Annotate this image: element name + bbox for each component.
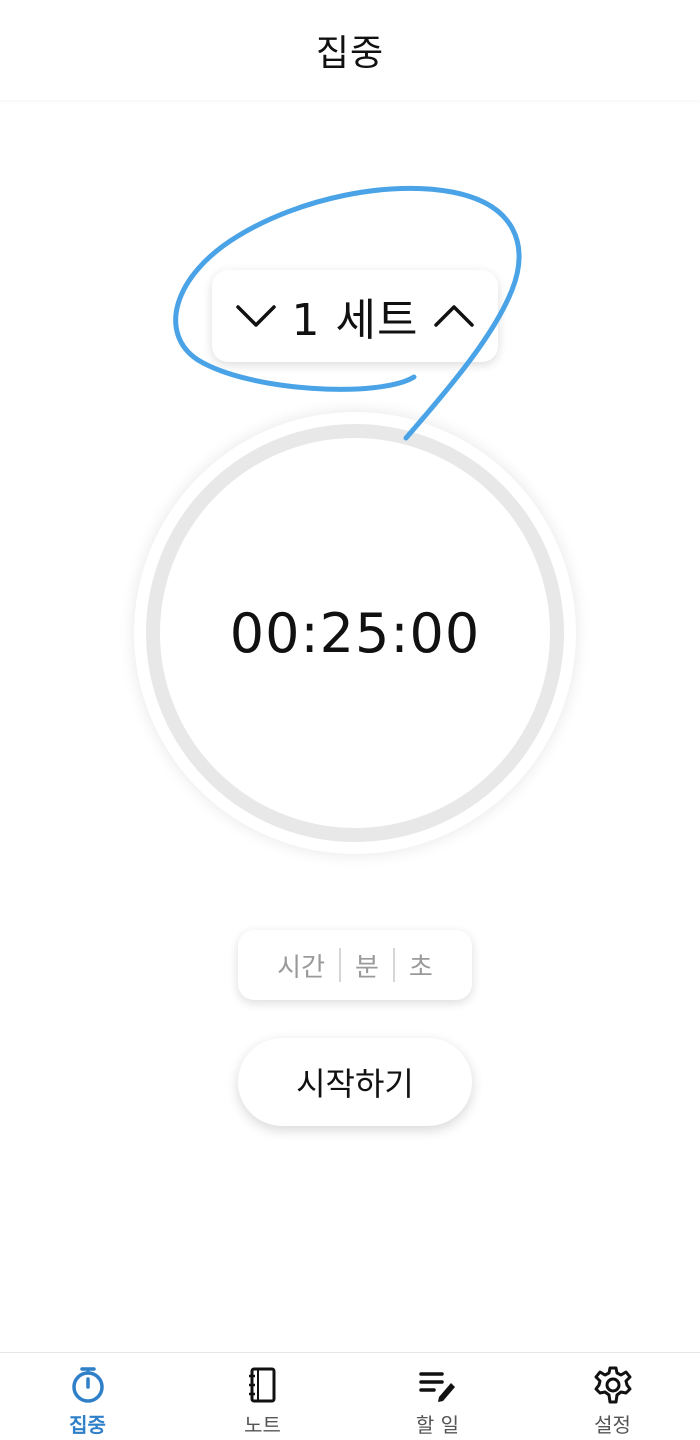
app-screen: 집중 00:25:00 1 세트 시간 분 초 시작하기 집중 노트 할 일 설… (0, 0, 700, 1440)
header: 집중 (0, 0, 700, 100)
start-button[interactable]: 시작하기 (238, 1038, 472, 1126)
set-selector: 1 세트 (212, 270, 498, 362)
tab-settings[interactable]: 설정 (525, 1353, 700, 1440)
tab-focus[interactable]: 집중 (0, 1353, 175, 1440)
bottom-tab-bar: 집중 노트 할 일 설정 (0, 1352, 700, 1440)
seconds-input[interactable]: 초 (395, 947, 447, 984)
decrease-set-button[interactable] (232, 292, 280, 340)
page-title: 집중 (315, 33, 385, 74)
tab-label: 집중 (69, 1413, 106, 1437)
increase-set-button[interactable] (430, 292, 478, 340)
set-count-label: 1 세트 (291, 295, 419, 346)
minutes-input[interactable]: 분 (341, 947, 393, 984)
gear-icon (593, 1365, 633, 1405)
tab-label: 설정 (594, 1413, 631, 1437)
tab-notes[interactable]: 노트 (175, 1353, 350, 1440)
timer-circle: 00:25:00 (146, 424, 564, 842)
tab-label: 노트 (244, 1413, 281, 1437)
todo-list-icon (418, 1365, 458, 1405)
timer-display: 00:25:00 (229, 601, 481, 665)
notebook-icon (243, 1365, 283, 1405)
hours-input[interactable]: 시간 (263, 947, 339, 984)
tab-todo[interactable]: 할 일 (350, 1353, 525, 1440)
chevron-down-icon (236, 305, 276, 327)
stopwatch-icon (68, 1365, 108, 1405)
time-input-group: 시간 분 초 (238, 930, 472, 1000)
chevron-up-icon (434, 305, 474, 327)
tab-label: 할 일 (415, 1413, 460, 1437)
